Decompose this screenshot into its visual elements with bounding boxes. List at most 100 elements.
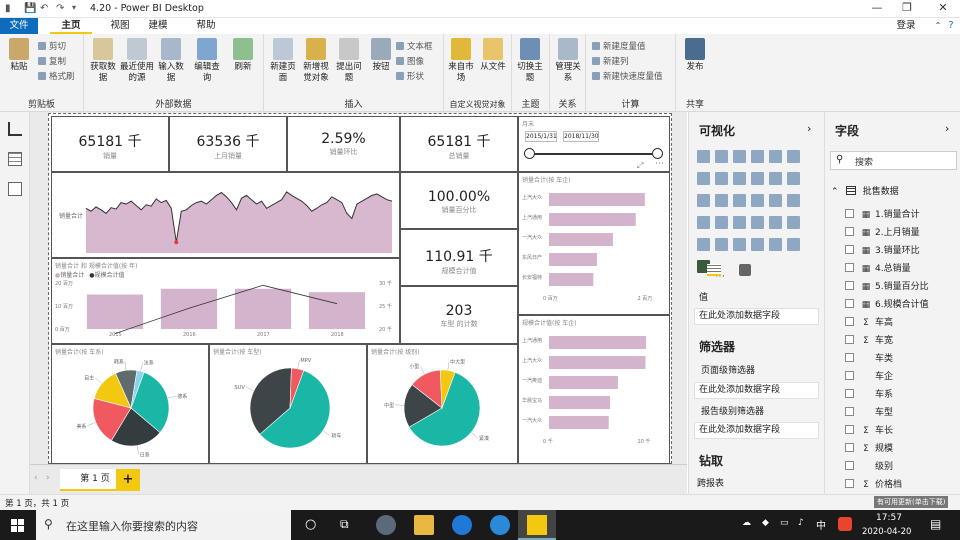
more-options-icon[interactable]: ⋯ bbox=[655, 159, 664, 169]
windows-start-icon[interactable] bbox=[11, 519, 24, 532]
map-icon[interactable] bbox=[769, 194, 782, 207]
field-checkbox[interactable] bbox=[845, 443, 854, 452]
table-viz-icon[interactable] bbox=[697, 238, 710, 251]
field-checkbox[interactable] bbox=[845, 317, 854, 326]
pie-icon[interactable] bbox=[715, 194, 728, 207]
sales-by-brand-bar-chart[interactable]: 销量合计(按 车企) 上汽大众 上汽通用 一汽大众 东风日产 长安福特 0 百万 2 百万 bbox=[518, 172, 670, 315]
scale-by-brand-bar-chart[interactable]: 规模合计值(按 车企) 上汽通用 上汽大众 一汽奥迪 华晨宝马 一汽大众 0 千 10 千 bbox=[518, 315, 670, 464]
field-checkbox[interactable] bbox=[845, 461, 854, 470]
kpi-card-last-month[interactable]: 63536 千 上月销量 bbox=[169, 116, 287, 172]
field-item[interactable]: Σ 规模 bbox=[845, 441, 893, 458]
ie-icon[interactable] bbox=[490, 515, 510, 535]
slicer-icon[interactable] bbox=[787, 216, 800, 229]
gauge-icon[interactable] bbox=[715, 216, 728, 229]
update-available-link[interactable]: 有可用更新(单击下载) bbox=[874, 496, 949, 508]
field-item[interactable]: Σ 车高 bbox=[845, 315, 893, 332]
field-item[interactable]: ▦ 5.销量百分比 bbox=[845, 279, 929, 296]
get-data-button[interactable]: 获取数据 bbox=[88, 38, 118, 84]
matrix-icon[interactable] bbox=[715, 238, 728, 251]
report-view-icon[interactable] bbox=[8, 122, 22, 136]
multi-row-card-icon[interactable] bbox=[751, 216, 764, 229]
field-item[interactable]: ▦ 1.销量合计 bbox=[845, 207, 920, 224]
field-checkbox[interactable] bbox=[845, 299, 854, 308]
ask-question-button[interactable]: 提出问题 bbox=[334, 38, 364, 84]
file-menu[interactable]: 文件 bbox=[0, 18, 38, 34]
percent-column-icon[interactable] bbox=[787, 150, 800, 163]
funnel-icon[interactable] bbox=[697, 216, 710, 229]
format-paint-roller-icon[interactable] bbox=[739, 264, 751, 276]
volume-icon[interactable]: ♪ bbox=[798, 518, 804, 528]
field-checkbox[interactable] bbox=[845, 371, 854, 380]
tab-help[interactable]: 帮助 bbox=[190, 18, 222, 34]
powerbi-taskbar-button[interactable] bbox=[518, 510, 556, 540]
new-page-button[interactable]: 新建页面 bbox=[268, 38, 298, 84]
app-icon-1[interactable] bbox=[376, 515, 396, 535]
kpi-card-total[interactable]: 65181 千 总销量 bbox=[400, 116, 518, 172]
clustered-column-icon[interactable] bbox=[751, 150, 764, 163]
line-chart-icon[interactable] bbox=[697, 172, 710, 185]
edge-icon[interactable] bbox=[452, 515, 472, 535]
area-chart-icon[interactable] bbox=[715, 172, 728, 185]
kpi-card-sales[interactable]: 65181 千 销量 bbox=[51, 116, 169, 172]
field-item[interactable]: 车型 bbox=[845, 405, 893, 422]
kpi-card-scale[interactable]: 110.91 千 规模合计值 bbox=[400, 229, 518, 286]
field-item[interactable]: ▦ 3.销量环比 bbox=[845, 243, 920, 260]
field-checkbox[interactable] bbox=[845, 353, 854, 362]
prev-page-icon[interactable]: ‹ bbox=[34, 473, 38, 483]
field-checkbox[interactable] bbox=[845, 227, 854, 236]
field-checkbox[interactable] bbox=[845, 281, 854, 290]
pie-chart-model[interactable]: 销量合计(按 车型) 轿车 SUV MPV bbox=[209, 344, 367, 464]
collapse-viz-pane-icon[interactable]: › bbox=[807, 122, 811, 135]
clock-date[interactable]: 2020-04-20 bbox=[862, 527, 911, 537]
task-view-icon[interactable]: ⧉ bbox=[340, 517, 349, 532]
key-influencers-icon[interactable] bbox=[787, 238, 800, 251]
redo-icon[interactable]: ↷ bbox=[56, 3, 64, 14]
page-filter-drop-zone[interactable]: 在此处添加数据字段 bbox=[694, 382, 819, 399]
fields-well-icon[interactable] bbox=[707, 264, 721, 276]
next-page-icon[interactable]: › bbox=[46, 473, 50, 483]
field-checkbox[interactable] bbox=[845, 245, 854, 254]
new-measure-button[interactable]: 新建度量值 bbox=[592, 40, 646, 52]
refresh-button[interactable]: 刷新 bbox=[228, 38, 258, 73]
field-item[interactable]: Σ 车宽 bbox=[845, 333, 893, 350]
tab-modeling[interactable]: 建模 bbox=[142, 18, 174, 34]
slicer-end-input[interactable]: 2018/11/30 bbox=[563, 131, 599, 142]
new-quick-measure-button[interactable]: 新建快速度量值 bbox=[592, 70, 663, 82]
field-item[interactable]: 车系 bbox=[845, 387, 893, 404]
sales-line-chart[interactable]: 销量合计 bbox=[51, 172, 400, 258]
field-item[interactable]: ▦ 4.总销量 bbox=[845, 261, 911, 278]
ime-indicator[interactable]: 中 bbox=[816, 517, 826, 532]
copy-button[interactable]: 复制 bbox=[38, 55, 66, 67]
restore-icon[interactable]: ❐ bbox=[892, 1, 922, 17]
manage-relationships-button[interactable]: 管理关系 bbox=[553, 38, 583, 84]
data-view-icon[interactable] bbox=[8, 152, 22, 166]
security-icon[interactable]: ◆ bbox=[762, 518, 769, 528]
slicer-end-handle[interactable] bbox=[652, 148, 663, 159]
add-page-button[interactable]: + bbox=[116, 469, 140, 491]
values-drop-zone[interactable]: 在此处添加数据字段 bbox=[694, 308, 819, 325]
python-visual-icon[interactable] bbox=[751, 238, 764, 251]
kpi-card-model-count[interactable]: 203 车型 的计数 bbox=[400, 286, 518, 344]
field-item[interactable]: 车企 bbox=[845, 369, 893, 386]
close-icon[interactable]: ✕ bbox=[928, 1, 958, 17]
new-column-button[interactable]: 新建列 bbox=[592, 55, 629, 67]
field-checkbox[interactable] bbox=[845, 263, 854, 272]
recent-sources-button[interactable]: 最近使用的源 bbox=[120, 38, 154, 84]
network-icon[interactable]: ▭ bbox=[780, 518, 789, 528]
minimize-icon[interactable]: — bbox=[862, 1, 892, 17]
stacked-area-icon[interactable] bbox=[733, 172, 746, 185]
edit-queries-button[interactable]: 编辑查询 bbox=[192, 38, 222, 84]
help-icon[interactable]: ? bbox=[944, 18, 958, 34]
kpi-icon[interactable] bbox=[769, 216, 782, 229]
combo-chart[interactable]: 销量合计 和 规模合计值(按 年) ●销量合计 ●规模合计值 20 百万 10 百… bbox=[51, 258, 400, 344]
file-explorer-icon[interactable] bbox=[414, 515, 434, 535]
sogou-ime-icon[interactable] bbox=[838, 517, 852, 531]
fields-search-box[interactable]: ⚲ 搜索 bbox=[830, 151, 957, 170]
field-item[interactable]: ▦ 6.规模合计值 bbox=[845, 297, 929, 314]
from-file-button[interactable]: 从文件 bbox=[478, 38, 508, 73]
percent-bar-icon[interactable] bbox=[769, 150, 782, 163]
kpi-card-percent[interactable]: 100.00% 销量百分比 bbox=[400, 172, 518, 229]
slicer-start-input[interactable]: 2015/1/31 bbox=[525, 131, 557, 142]
shapes-button[interactable]: 形状 bbox=[396, 70, 424, 82]
clustered-bar-icon[interactable] bbox=[733, 150, 746, 163]
